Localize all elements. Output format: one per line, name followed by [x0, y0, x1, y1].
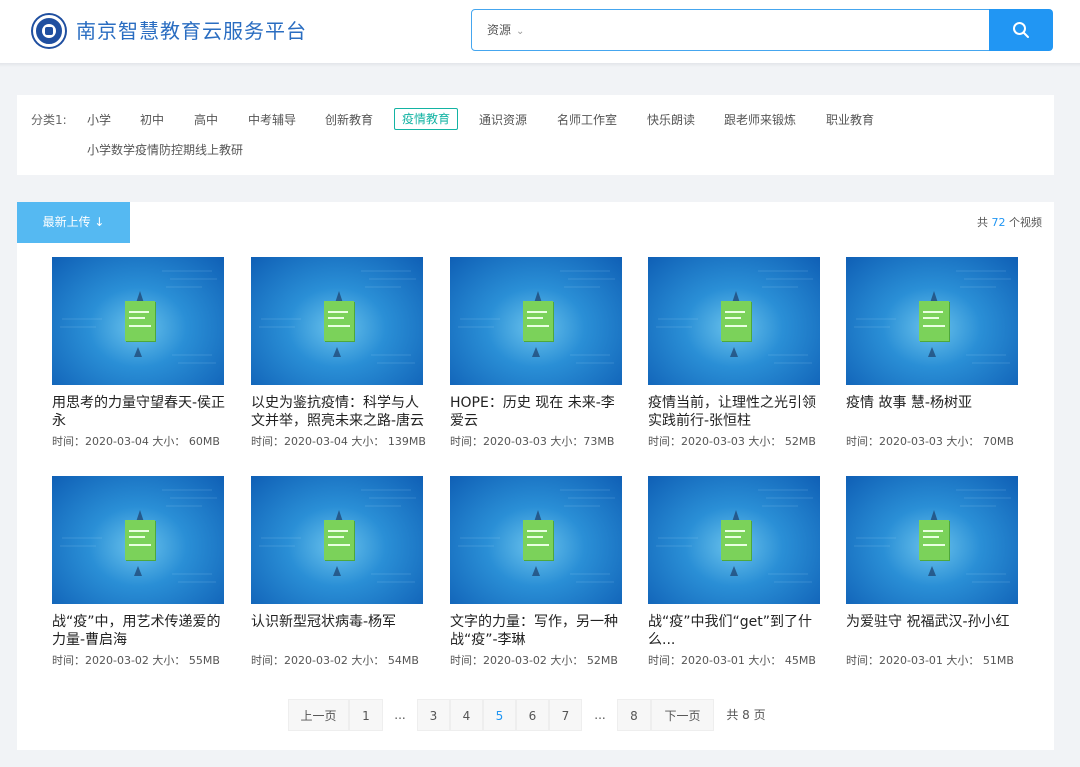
- book-graphic: [523, 520, 553, 560]
- video-meta: 时间：2020-03-04 大小： 139MB: [251, 435, 426, 448]
- next-page-button[interactable]: 下一页: [651, 699, 714, 731]
- video-thumbnail[interactable]: [52, 476, 224, 604]
- book-graphic: [125, 301, 155, 341]
- video-meta: 时间：2020-03-03 大小： 70MB: [846, 435, 1014, 448]
- book-graphic: [919, 520, 949, 560]
- top-header: 南京智慧教育云服务平台 资源 ⌄: [0, 0, 1080, 66]
- category-label: 分类1:: [31, 113, 67, 127]
- video-title[interactable]: 以史为鉴抗疫情：科学与人文并举，照亮未来之路-唐云: [251, 394, 427, 430]
- video-thumbnail[interactable]: [251, 476, 423, 604]
- video-title[interactable]: 文字的力量：写作，另一种战“疫”-李琳: [450, 613, 626, 649]
- video-meta: 时间：2020-03-01 大小： 51MB: [846, 654, 1014, 667]
- video-thumbnail[interactable]: [251, 257, 423, 385]
- search-icon: [1013, 22, 1029, 38]
- video-total-count: 共 72 个视频: [977, 216, 1042, 229]
- prev-page-button[interactable]: 上一页: [288, 699, 349, 731]
- video-thumbnail[interactable]: [648, 257, 820, 385]
- category-senior-high[interactable]: 高中: [194, 112, 218, 128]
- search-input[interactable]: 资源 ⌄: [471, 9, 991, 51]
- category-filter-panel: 分类1: 小学 初中 高中 中考辅导 创新教育 疫情教育 通识资源 名师工作室 …: [17, 95, 1054, 175]
- category-vocational[interactable]: 职业教育: [826, 112, 874, 128]
- video-title[interactable]: 认识新型冠状病毒-杨军: [251, 613, 427, 631]
- category-exam-tutoring[interactable]: 中考辅导: [248, 112, 296, 128]
- video-title[interactable]: 战“疫”中我们“get”到了什么...: [648, 613, 824, 649]
- page-1[interactable]: 1: [349, 699, 383, 731]
- search-scope-dropdown[interactable]: 资源 ⌄: [487, 22, 524, 40]
- sort-latest-button[interactable]: 最新上传 ↓: [17, 202, 130, 243]
- book-graphic: [125, 520, 155, 560]
- search-button[interactable]: [989, 9, 1053, 51]
- video-title[interactable]: 疫情 故事 慧-杨树亚: [846, 394, 1022, 412]
- video-meta: 时间：2020-03-02 大小： 54MB: [251, 654, 419, 667]
- video-thumbnail[interactable]: [846, 257, 1018, 385]
- page-ellipsis: ...: [594, 708, 606, 722]
- video-thumbnail[interactable]: [846, 476, 1018, 604]
- video-thumbnail[interactable]: [450, 257, 622, 385]
- category-innovation[interactable]: 创新教育: [325, 112, 373, 128]
- chevron-down-icon: ⌄: [516, 26, 525, 37]
- book-graphic: [523, 301, 553, 341]
- video-meta: 时间：2020-03-02 大小： 52MB: [450, 654, 618, 667]
- category-junior-high[interactable]: 初中: [140, 112, 164, 128]
- category-teacher-studio[interactable]: 名师工作室: [557, 112, 617, 128]
- total-pages: 共 8 页: [726, 708, 766, 722]
- video-title[interactable]: 战“疫”中，用艺术传递爱的力量-曹启海: [52, 613, 228, 649]
- category-primary[interactable]: 小学: [87, 112, 111, 128]
- page-7[interactable]: 7: [549, 699, 582, 731]
- video-title[interactable]: 为爱驻守 祝福武汉-孙小红: [846, 613, 1022, 631]
- book-graphic: [919, 301, 949, 341]
- video-title[interactable]: 用思考的力量守望春天-侯正永: [52, 394, 228, 430]
- video-meta: 时间：2020-03-03 大小： 52MB: [648, 435, 816, 448]
- book-graphic: [324, 301, 354, 341]
- category-happy-reading[interactable]: 快乐朗读: [647, 112, 695, 128]
- category-exercise[interactable]: 跟老师来锻炼: [724, 112, 796, 128]
- book-graphic: [721, 520, 751, 560]
- header-divider: [0, 63, 1080, 67]
- book-graphic: [721, 301, 751, 341]
- video-meta: 时间：2020-03-03 大小：73MB: [450, 435, 615, 448]
- video-title[interactable]: HOPE：历史 现在 未来-李爱云: [450, 394, 626, 430]
- video-thumbnail[interactable]: [52, 257, 224, 385]
- page-6[interactable]: 6: [516, 699, 549, 731]
- video-meta: 时间：2020-03-01 大小： 45MB: [648, 654, 816, 667]
- subcategory-math-research[interactable]: 小学数学疫情防控期线上教研: [87, 142, 243, 158]
- video-thumbnail[interactable]: [648, 476, 820, 604]
- site-title[interactable]: 南京智慧教育云服务平台: [76, 16, 307, 46]
- book-graphic: [324, 520, 354, 560]
- page-5-current[interactable]: 5: [483, 699, 516, 731]
- video-title[interactable]: 疫情当前，让理性之光引领实践前行-张恒柱: [648, 394, 824, 430]
- page-4[interactable]: 4: [450, 699, 483, 731]
- page-3[interactable]: 3: [417, 699, 450, 731]
- platform-logo[interactable]: [33, 15, 65, 47]
- page-8[interactable]: 8: [617, 699, 651, 731]
- video-thumbnail[interactable]: [450, 476, 622, 604]
- page-ellipsis: ...: [394, 708, 406, 722]
- category-general-resources[interactable]: 通识资源: [479, 112, 527, 128]
- video-meta: 时间：2020-03-04 大小： 60MB: [52, 435, 220, 448]
- video-meta: 时间：2020-03-02 大小： 55MB: [52, 654, 220, 667]
- search-scope-label: 资源: [487, 23, 512, 37]
- category-epidemic-education[interactable]: 疫情教育: [394, 108, 459, 130]
